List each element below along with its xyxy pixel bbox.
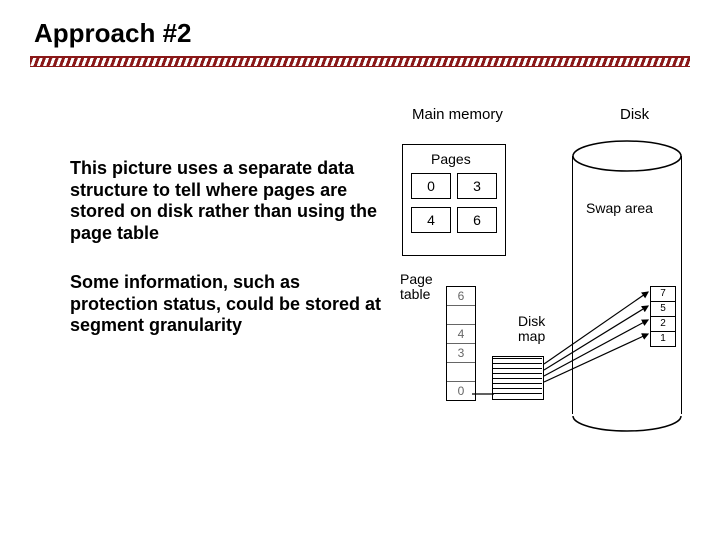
page-frame: 3 xyxy=(457,173,497,199)
swap-area-label: Swap area xyxy=(586,200,653,216)
disk-map xyxy=(492,358,542,398)
connector-line xyxy=(472,390,498,406)
page-frame: 4 xyxy=(411,207,451,233)
page-table-entry: 0 xyxy=(447,381,475,400)
page-table-entry: 6 xyxy=(447,287,475,305)
main-memory-box: Pages 0 3 4 6 xyxy=(402,144,506,256)
page-table: 6 4 3 0 xyxy=(446,286,476,401)
page-table-entry xyxy=(447,362,475,381)
page-table-entry: 3 xyxy=(447,343,475,362)
cylinder-top xyxy=(572,140,682,172)
mapping-arrows xyxy=(540,274,660,394)
cylinder-bottom xyxy=(572,400,682,432)
page-table-entry xyxy=(447,305,475,324)
main-memory-label: Main memory xyxy=(412,106,503,123)
paragraph-2: Some information, such as protection sta… xyxy=(70,272,390,337)
pages-label: Pages xyxy=(431,151,471,167)
page-table-label: Page table xyxy=(400,272,450,301)
page-table-entry: 4 xyxy=(447,324,475,343)
memory-diagram: Main memory Disk Pages 0 3 4 6 Page tabl… xyxy=(400,100,700,440)
page-frame: 6 xyxy=(457,207,497,233)
disk-label: Disk xyxy=(620,106,649,123)
title-underline xyxy=(30,56,690,67)
page-frame: 0 xyxy=(411,173,451,199)
slide-title: Approach #2 xyxy=(34,18,192,49)
paragraph-1: This picture uses a separate data struct… xyxy=(70,158,390,244)
